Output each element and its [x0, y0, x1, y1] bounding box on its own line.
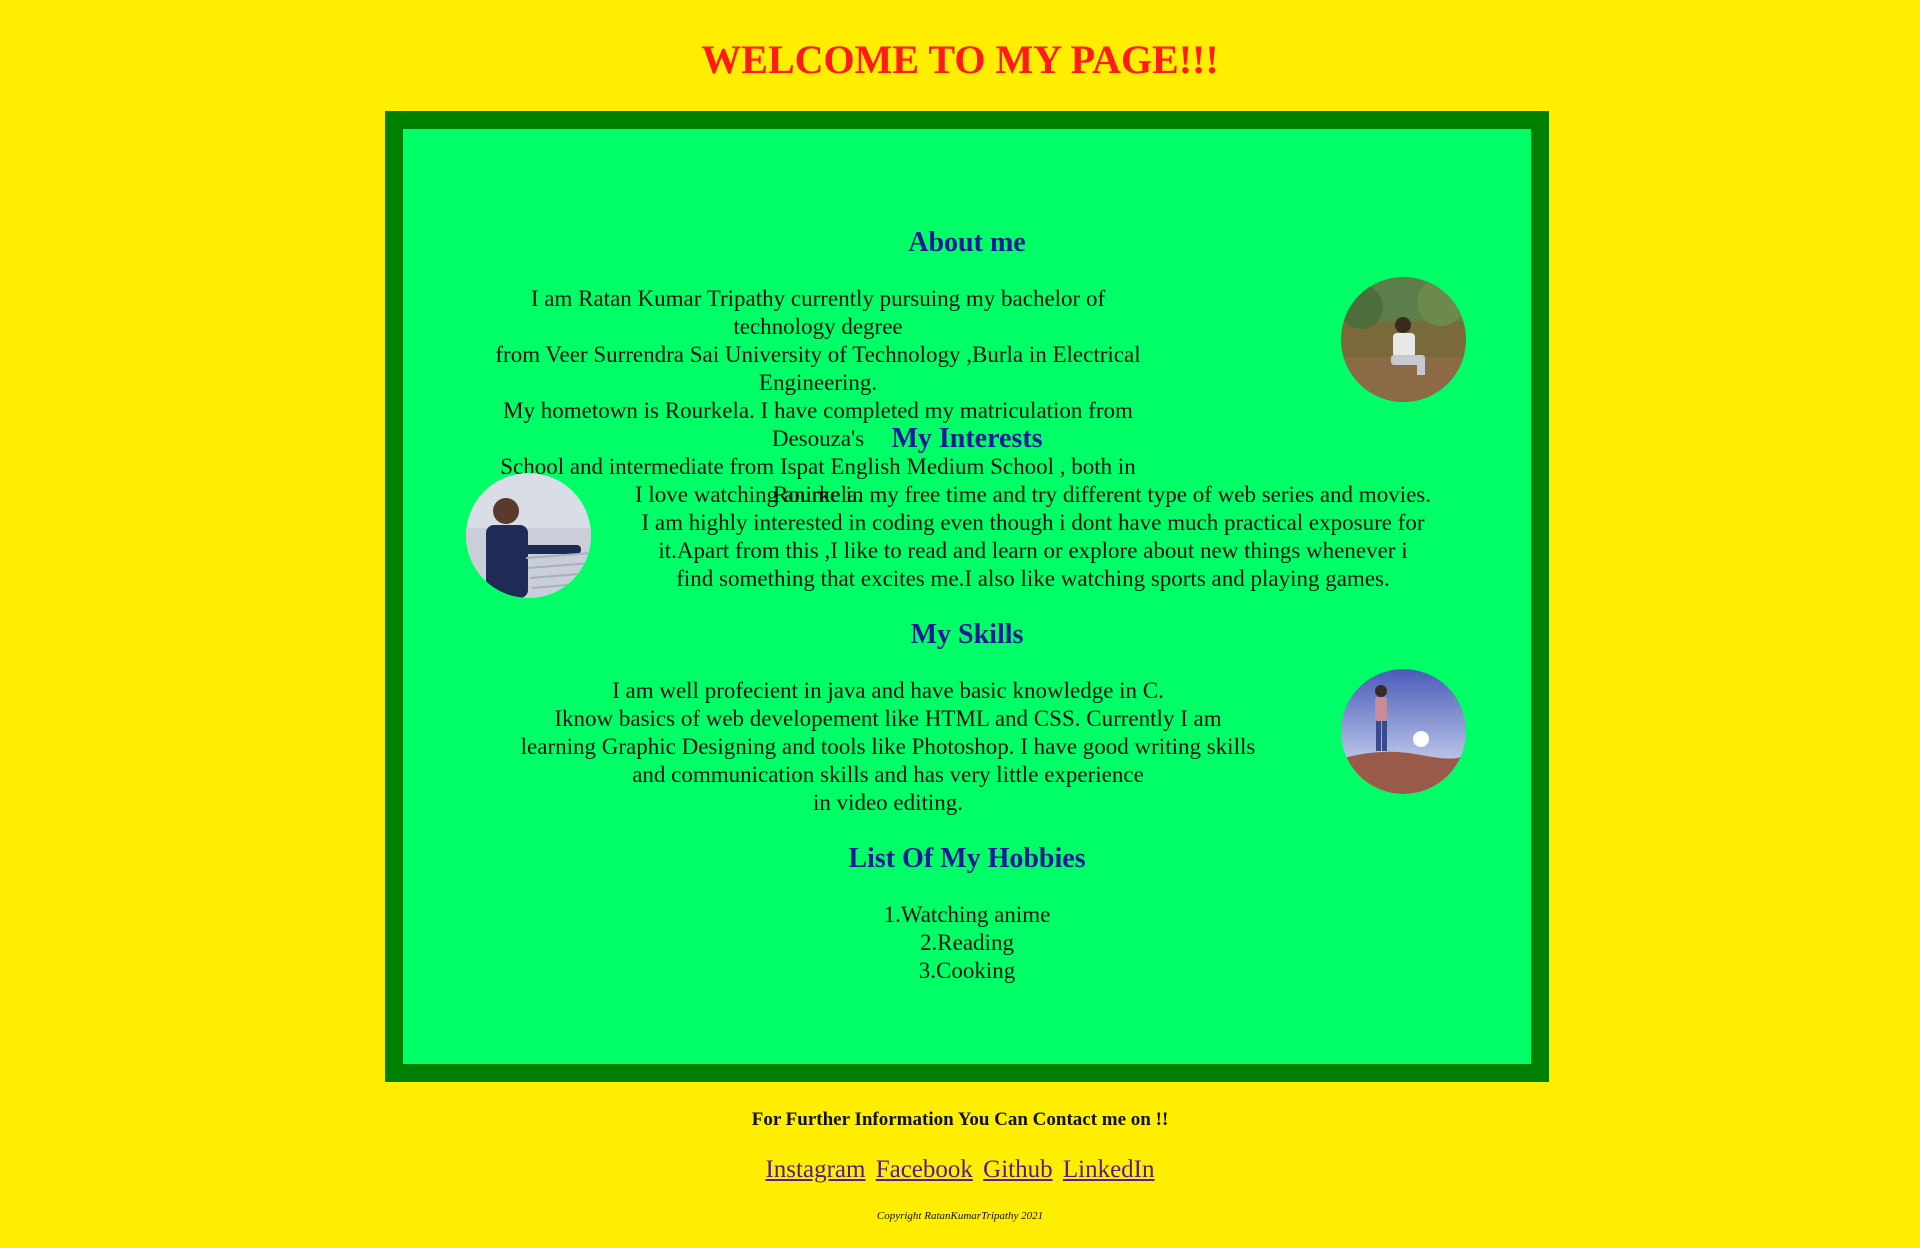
list-item: 3.Cooking [918, 958, 1016, 983]
page-title: WELCOME TO MY PAGE!!! [701, 37, 1219, 82]
skills-line: and communication skills and has very li… [632, 762, 1144, 787]
photo-person-at-railing [466, 473, 591, 598]
social-links: Instagram Facebook Github LinkedIn [0, 1154, 1920, 1186]
hobbies-list: 1.Watching anime 2.Reading 3.Cooking [403, 901, 1531, 985]
linkedin-link[interactable]: LinkedIn [1063, 1156, 1155, 1183]
photo-person-on-rock-at-sunset [1341, 669, 1466, 794]
about-heading: About me [908, 227, 1026, 258]
content-frame: About me I am Ratan Kumar Tripathy curre… [385, 111, 1549, 1082]
contact-text: For Further Information You Can Contact … [751, 1109, 1169, 1130]
photo-person-sitting-outdoors [1341, 277, 1466, 402]
skills-line: in video editing. [812, 790, 964, 815]
skills-paragraph: I am well profecient in java and have ba… [488, 677, 1288, 817]
about-line: from Veer Surrendra Sai University of Te… [495, 342, 1141, 395]
profile-photo-interests [466, 473, 591, 598]
instagram-link[interactable]: Instagram [765, 1156, 865, 1183]
interests-paragraph: I love watching anime in my free time an… [593, 481, 1473, 593]
github-link[interactable]: Github [983, 1156, 1052, 1183]
list-item: 2.Reading [920, 930, 1014, 955]
list-item: 1.Watching anime [883, 902, 1051, 927]
skills-heading: My Skills [910, 619, 1024, 650]
profile-photo-skills [1341, 669, 1466, 794]
profile-photo-about [1341, 277, 1466, 402]
skills-line: learning Graphic Designing and tools lik… [520, 734, 1256, 759]
interests-line: it.Apart from this ,I like to read and l… [658, 538, 1408, 563]
hobbies-heading: List Of My Hobbies [848, 843, 1086, 874]
skills-line: Iknow basics of web developement like HT… [554, 706, 1222, 731]
interests-line: I love watching anime in my free time an… [634, 482, 1431, 507]
about-paragraph: I am Ratan Kumar Tripathy currently purs… [478, 285, 1158, 509]
interests-line: I am highly interested in coding even th… [641, 510, 1425, 535]
copyright-text: Copyright RatanKumarTripathy 2021 [876, 1210, 1044, 1222]
skills-line: I am well profecient in java and have ba… [612, 678, 1164, 703]
about-line: I am Ratan Kumar Tripathy currently purs… [530, 286, 1106, 339]
facebook-link[interactable]: Facebook [876, 1156, 973, 1183]
interests-line: find something that excites me.I also li… [676, 566, 1390, 591]
interests-heading: My Interests [891, 423, 1043, 454]
